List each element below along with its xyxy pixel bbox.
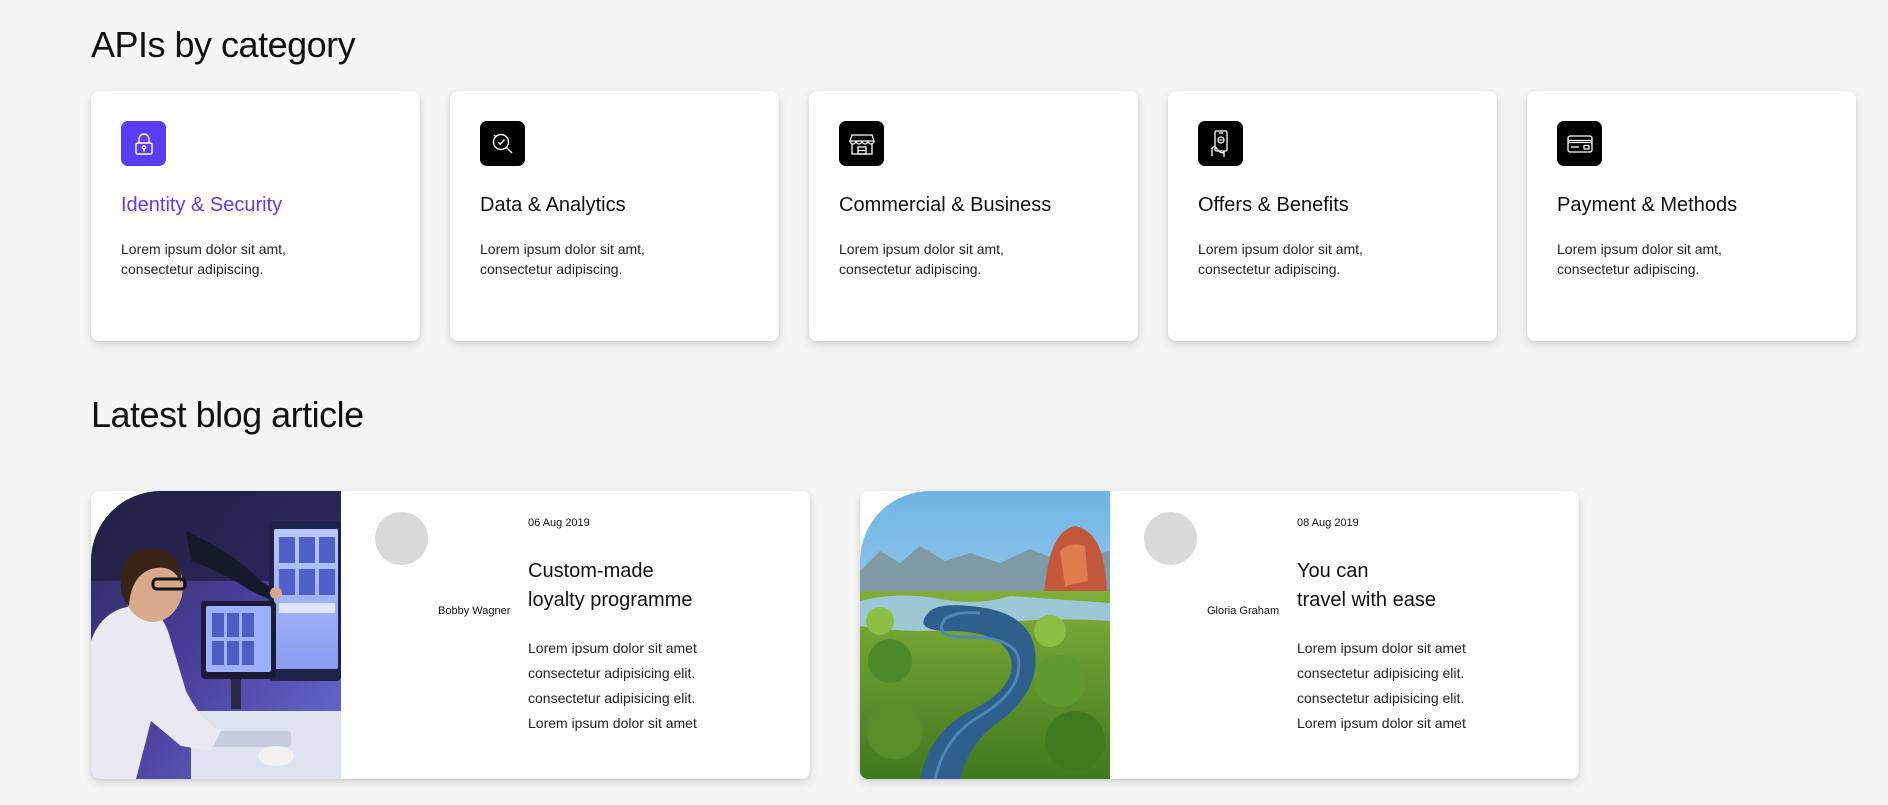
blog-excerpt: Lorem ipsum dolor sit amet consectetur a…: [528, 640, 697, 731]
category-card-commercial-business[interactable]: Commercial & Business Lorem ipsum dolor …: [809, 91, 1138, 341]
category-title: Data & Analytics: [480, 194, 626, 216]
category-description: Lorem ipsum dolor sit amt, consectetur ad…: [121, 241, 286, 277]
category-card-payment-methods[interactable]: Payment & Methods Lorem ipsum dolor sit …: [1527, 91, 1856, 341]
category-card-identity-security[interactable]: Identity & Security Lorem ipsum dolor si…: [91, 91, 420, 341]
category-title: Payment & Methods: [1557, 194, 1738, 216]
blog-title[interactable]: Custom-made loyalty programme: [528, 557, 728, 615]
category-cards: Identity & Security Lorem ipsum dolor si…: [91, 91, 1856, 341]
category-title: Identity & Security: [121, 194, 283, 216]
author-avatar: [1144, 512, 1197, 565]
author-name: Bobby Wagner: [438, 605, 511, 617]
author-avatar: [375, 512, 428, 565]
category-description: Lorem ipsum dolor sit amt, consectetur ad…: [480, 241, 645, 277]
blog-date: 06 Aug 2019: [528, 517, 590, 529]
blog-section-title: Latest blog article: [91, 394, 364, 435]
category-description: Lorem ipsum dolor sit amt, consectetur ad…: [1557, 241, 1722, 277]
blog-card[interactable]: Bobby Wagner 06 Aug 2019 Custom-made loya…: [91, 491, 810, 779]
blog-card[interactable]: Gloria Graham 08 Aug 2019 You can travel …: [860, 491, 1579, 779]
category-title: Commercial & Business: [839, 194, 1052, 216]
apis-section-title: APIs by category: [91, 24, 356, 65]
blog-image-developer[interactable]: [91, 491, 341, 779]
author-name: Gloria Graham: [1207, 605, 1280, 617]
blog-date: 08 Aug 2019: [1297, 517, 1359, 529]
storefront-icon: [839, 121, 884, 166]
category-card-data-analytics[interactable]: Data & Analytics Lorem ipsum dolor sit a…: [450, 91, 779, 341]
category-description: Lorem ipsum dolor sit amt, consectetur ad…: [1198, 241, 1363, 277]
blog-title[interactable]: You can travel with ease: [1297, 557, 1497, 615]
category-card-offers-benefits[interactable]: Offers & Benefits Lorem ipsum dolor sit …: [1168, 91, 1497, 341]
category-description: Lorem ipsum dolor sit amt, consectetur ad…: [839, 241, 1004, 277]
blog-image-river-landscape[interactable]: [860, 491, 1110, 779]
analytics-search-icon: [480, 121, 525, 166]
mobile-offer-icon: [1198, 121, 1243, 166]
category-title: Offers & Benefits: [1198, 194, 1349, 216]
lock-icon: [121, 121, 166, 166]
credit-card-icon: [1557, 121, 1602, 166]
blog-excerpt: Lorem ipsum dolor sit amet consectetur a…: [1297, 640, 1466, 731]
